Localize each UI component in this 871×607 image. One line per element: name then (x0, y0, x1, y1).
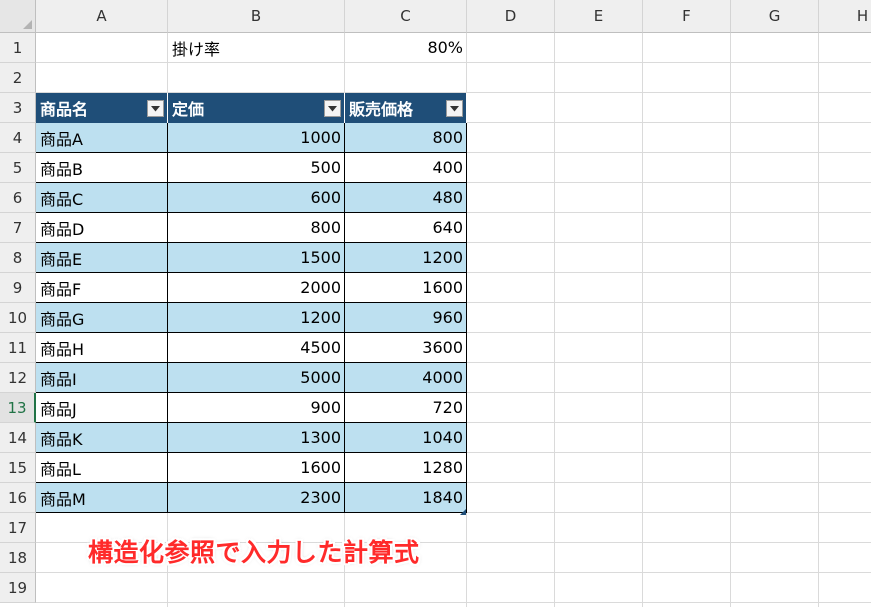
table-cell-sale-price[interactable]: 960 (345, 303, 467, 333)
row-header-16[interactable]: 16 (0, 483, 36, 513)
table-cell-list-price[interactable]: 4500 (168, 333, 345, 363)
dropdown-arrow-icon (328, 105, 337, 111)
table-cell-sale-price[interactable]: 3600 (345, 333, 467, 363)
row-header-18[interactable]: 18 (0, 543, 36, 573)
table-header-sale-price[interactable]: 販売価格 (345, 93, 467, 123)
table-cell-product-name[interactable]: 商品K (36, 423, 168, 453)
row-header-17[interactable]: 17 (0, 513, 36, 543)
table-header-list-price[interactable]: 定価 (168, 93, 345, 123)
spreadsheet: ABCDEFGH 1 2 3 4 5 6 7 8 9 10 11 12 13 14 15 16 17 18 19 掛… (0, 0, 871, 607)
table-cell-product-name[interactable]: 商品E (36, 243, 168, 273)
row-header-5[interactable]: 5 (0, 153, 36, 183)
row-header-2[interactable]: 2 (0, 63, 36, 93)
table-header-product-name[interactable]: 商品名 (36, 93, 168, 123)
dropdown-arrow-icon (151, 105, 160, 111)
table-cell-product-name[interactable]: 商品B (36, 153, 168, 183)
table-cell-list-price[interactable]: 2300 (168, 483, 345, 513)
row-header-7[interactable]: 7 (0, 213, 36, 243)
table-cell-list-price[interactable]: 1500 (168, 243, 345, 273)
table-cell-sale-price[interactable]: 400 (345, 153, 467, 183)
row-header-9[interactable]: 9 (0, 273, 36, 303)
gridline-vertical (554, 33, 555, 607)
row-header-6[interactable]: 6 (0, 183, 36, 213)
table-cell-list-price[interactable]: 900 (168, 393, 345, 423)
annotation-caption: 構造化参照で入力した計算式 (88, 538, 420, 567)
gridline-horizontal (36, 602, 871, 603)
table-cell-sale-price[interactable]: 4000 (345, 363, 467, 393)
table-cell-list-price[interactable]: 1600 (168, 453, 345, 483)
column-header-a[interactable]: A (36, 0, 168, 33)
row-header-10[interactable]: 10 (0, 303, 36, 333)
table-cell-list-price[interactable]: 5000 (168, 363, 345, 393)
table-cell-product-name[interactable]: 商品L (36, 453, 168, 483)
table-cell-product-name[interactable]: 商品I (36, 363, 168, 393)
cell-c1-rate-value[interactable]: 80% (345, 33, 466, 62)
table-cell-list-price[interactable]: 2000 (168, 273, 345, 303)
table-cell-product-name[interactable]: 商品D (36, 213, 168, 243)
column-header-b[interactable]: B (168, 0, 345, 33)
table-cell-product-name[interactable]: 商品M (36, 483, 168, 513)
table-cell-list-price[interactable]: 1200 (168, 303, 345, 333)
table-cell-product-name[interactable]: 商品J (36, 393, 168, 423)
row-header-11[interactable]: 11 (0, 333, 36, 363)
table-cell-product-name[interactable]: 商品C (36, 183, 168, 213)
table-cell-list-price[interactable]: 800 (168, 213, 345, 243)
row-header-1[interactable]: 1 (0, 33, 36, 63)
table-cell-list-price[interactable]: 1300 (168, 423, 345, 453)
gridline-vertical (818, 33, 819, 607)
dropdown-arrow-icon (450, 105, 459, 111)
table-cell-sale-price[interactable]: 480 (345, 183, 467, 213)
table-cell-sale-price[interactable]: 1280 (345, 453, 467, 483)
column-header-d[interactable]: D (467, 0, 555, 33)
table-header-label: 商品名 (40, 100, 89, 119)
gridline-horizontal (36, 572, 871, 573)
gridline-vertical (730, 33, 731, 607)
table-cell-list-price[interactable]: 500 (168, 153, 345, 183)
filter-dropdown-button[interactable] (147, 100, 164, 117)
table-cell-list-price[interactable]: 600 (168, 183, 345, 213)
column-header-h[interactable]: H (819, 0, 871, 33)
select-all-corner[interactable] (0, 0, 36, 33)
row-header-14[interactable]: 14 (0, 423, 36, 453)
filter-dropdown-button[interactable] (446, 100, 463, 117)
cell-b1-rate-label[interactable]: 掛け率 (168, 33, 344, 62)
table-cell-sale-price[interactable]: 1200 (345, 243, 467, 273)
table-resize-handle[interactable] (460, 509, 466, 515)
column-header-e[interactable]: E (555, 0, 643, 33)
table-header-label: 定価 (172, 100, 205, 119)
row-header-8[interactable]: 8 (0, 243, 36, 273)
row-header-19[interactable]: 19 (0, 573, 36, 603)
row-header-4[interactable]: 4 (0, 123, 36, 153)
row-header-13[interactable]: 13 (0, 393, 36, 423)
table-cell-sale-price[interactable]: 1840 (345, 483, 467, 513)
table-cell-sale-price[interactable]: 1040 (345, 423, 467, 453)
column-header-c[interactable]: C (345, 0, 467, 33)
table-cell-product-name[interactable]: 商品H (36, 333, 168, 363)
table-cell-product-name[interactable]: 商品G (36, 303, 168, 333)
table-cell-product-name[interactable]: 商品A (36, 123, 168, 153)
filter-dropdown-button[interactable] (324, 100, 341, 117)
table-cell-sale-price[interactable]: 640 (345, 213, 467, 243)
gridline-vertical (642, 33, 643, 607)
table-cell-list-price[interactable]: 1000 (168, 123, 345, 153)
table-header-label: 販売価格 (349, 100, 414, 119)
column-header-g[interactable]: G (731, 0, 819, 33)
table-cell-product-name[interactable]: 商品F (36, 273, 168, 303)
table-cell-sale-price[interactable]: 1600 (345, 273, 467, 303)
row-header-15[interactable]: 15 (0, 453, 36, 483)
table-cell-sale-price[interactable]: 800 (345, 123, 467, 153)
row-header-12[interactable]: 12 (0, 363, 36, 393)
row-header-3[interactable]: 3 (0, 93, 36, 123)
column-header-f[interactable]: F (643, 0, 731, 33)
table-cell-sale-price[interactable]: 720 (345, 393, 467, 423)
gridline-horizontal (36, 62, 871, 63)
